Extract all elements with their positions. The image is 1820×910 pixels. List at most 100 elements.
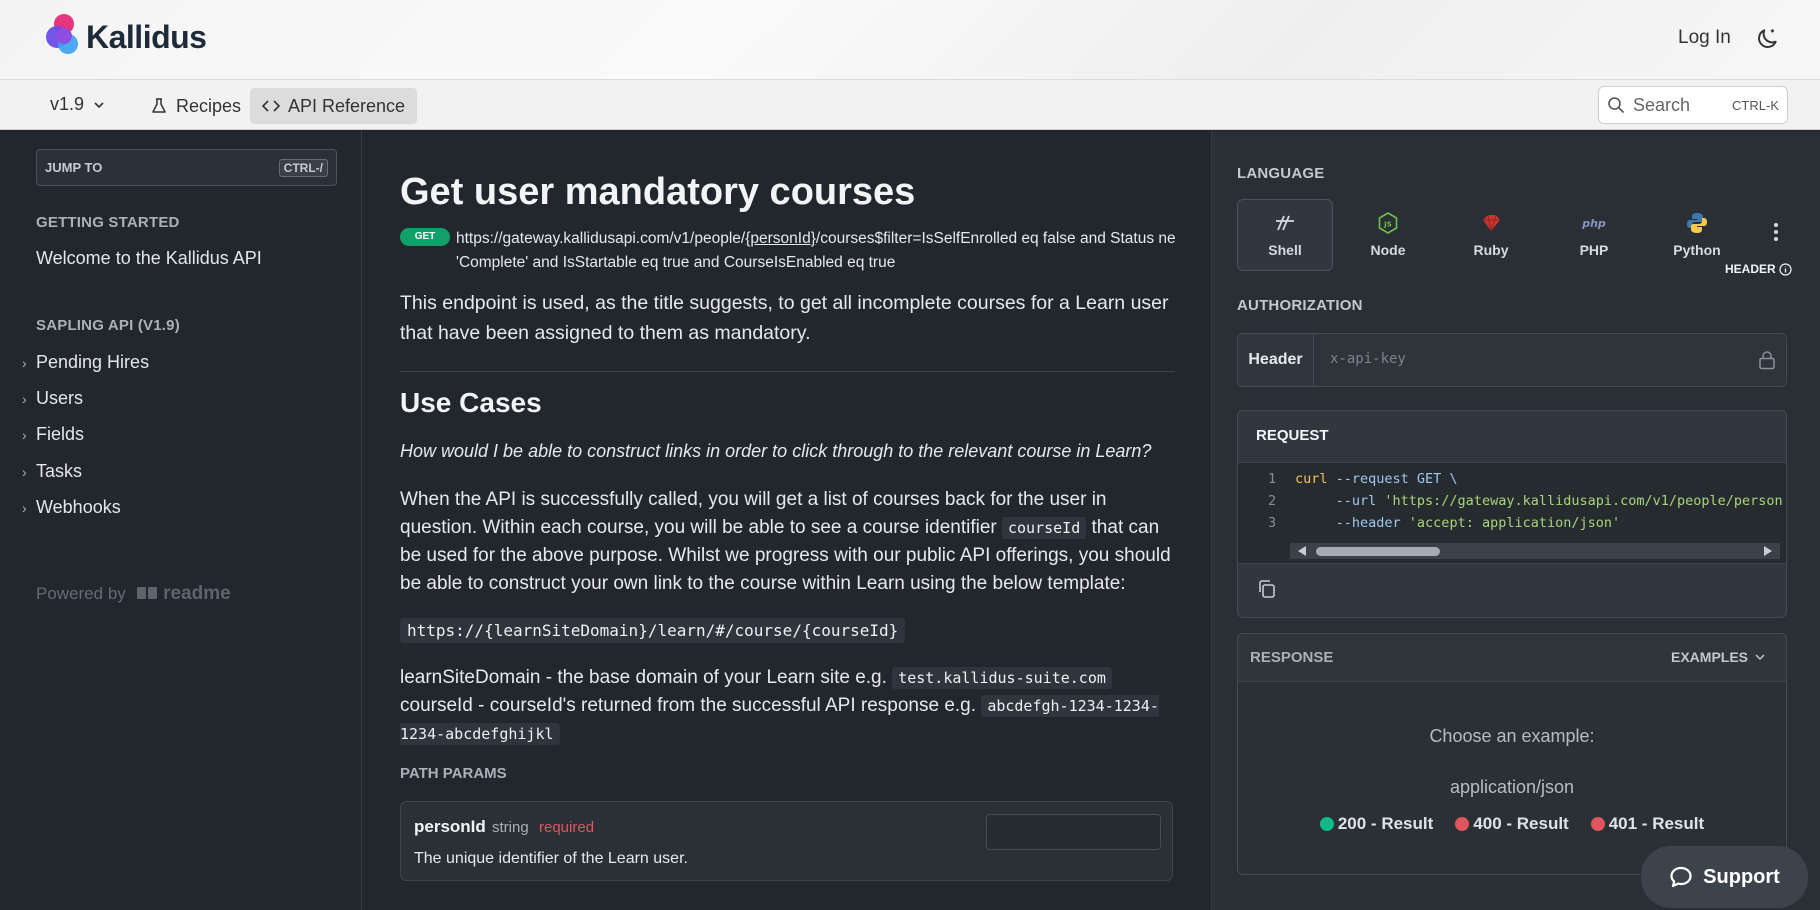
status-dot-red bbox=[1590, 817, 1605, 831]
theme-toggle-icon[interactable] bbox=[1754, 26, 1780, 52]
response-label: 200 - Result bbox=[1337, 814, 1434, 833]
auth-type-hint[interactable]: HEADER bbox=[1725, 262, 1792, 276]
api-key-field[interactable]: Header x-api-key bbox=[1237, 333, 1787, 387]
sidebar-item-welcome[interactable]: Welcome to the Kallidus API bbox=[36, 248, 262, 269]
code-icon bbox=[262, 100, 280, 112]
book-icon bbox=[136, 587, 157, 599]
examples-label: EXAMPLES bbox=[1671, 649, 1749, 665]
chevron-down-icon bbox=[94, 101, 104, 108]
sidebar-item-users[interactable]: › Users bbox=[22, 388, 83, 409]
chat-bubble-icon bbox=[1670, 866, 1692, 888]
jump-to-shortcut: CTRL-/ bbox=[278, 158, 328, 177]
param-name: personId bbox=[414, 817, 486, 836]
lock-icon bbox=[1759, 351, 1775, 370]
nav-api-reference[interactable]: API Reference bbox=[250, 88, 418, 124]
sidebar-item-pending-hires[interactable]: › Pending Hires bbox=[22, 352, 149, 373]
language-shell[interactable]: Shell bbox=[1237, 199, 1333, 271]
language-label: Shell bbox=[1268, 242, 1302, 258]
support-button[interactable]: Support bbox=[1641, 846, 1808, 908]
chevron-right-icon: › bbox=[22, 354, 27, 371]
language-node[interactable]: JS Node bbox=[1340, 199, 1436, 271]
sidebar-item-label: Tasks bbox=[36, 461, 83, 481]
jump-to-button[interactable]: JUMP TO CTRL-/ bbox=[36, 149, 337, 186]
chevron-down-icon bbox=[1755, 654, 1765, 661]
version-label: v1.9 bbox=[50, 94, 85, 114]
divider bbox=[400, 371, 1175, 372]
language-picker: Shell JS Node Ruby php PHP Python bbox=[1237, 199, 1797, 271]
response-examples-list: 200 - Result 400 - Result 401 - Result bbox=[1238, 814, 1786, 834]
php-icon: php bbox=[1581, 212, 1607, 234]
url-prefix: https://gateway.kallidusapi.com/v1/peopl… bbox=[456, 230, 746, 247]
kallidus-logo-icon bbox=[46, 14, 80, 60]
response-400-button[interactable]: 400 - Result bbox=[1455, 814, 1569, 834]
code-token: --request GET \ bbox=[1327, 471, 1458, 487]
sidebar-item-tasks[interactable]: › Tasks bbox=[22, 461, 82, 482]
language-ruby[interactable]: Ruby bbox=[1443, 199, 1539, 271]
search-input[interactable]: Search CTRL-K bbox=[1598, 86, 1788, 124]
powered-by-readme[interactable]: Powered by readme bbox=[36, 583, 231, 605]
sidebar-item-label: Users bbox=[36, 388, 84, 408]
request-code-block: 1 curl --request GET \ 2 --url 'https://… bbox=[1238, 462, 1786, 564]
param-type: string bbox=[492, 819, 529, 836]
section-title-getting-started: GETTING STARTED bbox=[36, 214, 180, 231]
line-number: 2 bbox=[1268, 493, 1277, 509]
svg-text:JS: JS bbox=[1383, 221, 1392, 229]
line-number: 3 bbox=[1268, 515, 1277, 531]
readme-brand: readme bbox=[163, 583, 231, 604]
use-case-paragraph: When the API is successfully called, you… bbox=[400, 486, 1175, 598]
support-label: Support bbox=[1703, 865, 1780, 888]
language-python[interactable]: Python bbox=[1649, 199, 1745, 271]
ruby-icon bbox=[1480, 212, 1502, 234]
template-explanation: learnSiteDomain - the base domain of you… bbox=[400, 664, 1175, 748]
response-label: 400 - Result bbox=[1473, 814, 1569, 833]
nav-recipes[interactable]: Recipes bbox=[140, 88, 251, 124]
paragraph-text: learnSiteDomain - the base domain of you… bbox=[400, 667, 893, 688]
more-languages-icon[interactable] bbox=[1766, 223, 1786, 247]
code-token: --url bbox=[1295, 493, 1377, 509]
scrollbar-thumb[interactable] bbox=[1316, 547, 1440, 556]
sidebar-item-webhooks[interactable]: › Webhooks bbox=[22, 497, 121, 518]
login-link[interactable]: Log In bbox=[1678, 27, 1731, 49]
sidebar-item-fields[interactable]: › Fields bbox=[22, 424, 84, 445]
status-dot-green bbox=[1319, 817, 1334, 831]
sidebar-item-label: Webhooks bbox=[36, 497, 121, 517]
version-selector[interactable]: v1.9 bbox=[50, 94, 106, 115]
examples-dropdown[interactable]: EXAMPLES bbox=[1671, 649, 1766, 665]
response-200-button[interactable]: 200 - Result bbox=[1319, 814, 1434, 834]
api-playground: LANGUAGE Shell JS Node Ruby php PHP Pyth… bbox=[1211, 131, 1820, 910]
chevron-right-icon: › bbox=[22, 426, 27, 443]
person-id-input[interactable] bbox=[986, 814, 1161, 850]
response-panel: RESPONSE EXAMPLES Choose an example: app… bbox=[1237, 633, 1787, 875]
param-description: The unique identifier of the Learn user. bbox=[414, 850, 688, 867]
response-401-button[interactable]: 401 - Result bbox=[1590, 814, 1704, 834]
svg-text:php: php bbox=[1581, 217, 1606, 230]
inline-code: test.kallidus-suite.com bbox=[892, 667, 1112, 689]
url-template-code: https://{learnSiteDomain}/learn/#/course… bbox=[400, 618, 906, 643]
main-content: Get user mandatory courses GET https://g… bbox=[363, 131, 1211, 910]
node-icon: JS bbox=[1378, 212, 1398, 234]
readme-logo: readme bbox=[136, 583, 231, 605]
code-line: --url 'https://gateway.kallidusapi.com/v… bbox=[1295, 493, 1783, 509]
response-title: RESPONSE bbox=[1250, 649, 1334, 666]
status-dot-red bbox=[1455, 817, 1470, 831]
response-header: RESPONSE EXAMPLES bbox=[1238, 634, 1786, 682]
language-label: PHP bbox=[1579, 242, 1609, 258]
path-param-row: personId string required The unique iden… bbox=[400, 801, 1173, 881]
scroll-left-icon[interactable] bbox=[1298, 546, 1306, 556]
sidebar: JUMP TO CTRL-/ GETTING STARTED Welcome t… bbox=[0, 131, 362, 910]
sub-navigation: v1.9 Recipes API Reference Search CTRL-K bbox=[0, 80, 1820, 130]
scroll-right-icon[interactable] bbox=[1764, 546, 1772, 556]
path-params-title: PATH PARAMS bbox=[400, 765, 507, 782]
api-key-placeholder: x-api-key bbox=[1330, 351, 1406, 367]
language-php[interactable]: php PHP bbox=[1546, 199, 1642, 271]
horizontal-scrollbar[interactable] bbox=[1290, 543, 1780, 559]
param-required-badge: required bbox=[539, 819, 595, 836]
code-line: curl --request GET \ bbox=[1295, 471, 1458, 487]
copy-icon[interactable] bbox=[1256, 578, 1278, 600]
brand-name: Kallidus bbox=[86, 18, 207, 55]
nav-recipes-label: Recipes bbox=[176, 95, 242, 116]
sidebar-item-label: Fields bbox=[36, 424, 85, 444]
chevron-right-icon: › bbox=[22, 499, 27, 516]
language-title: LANGUAGE bbox=[1237, 165, 1325, 182]
brand-logo[interactable]: Kallidus bbox=[46, 14, 207, 60]
